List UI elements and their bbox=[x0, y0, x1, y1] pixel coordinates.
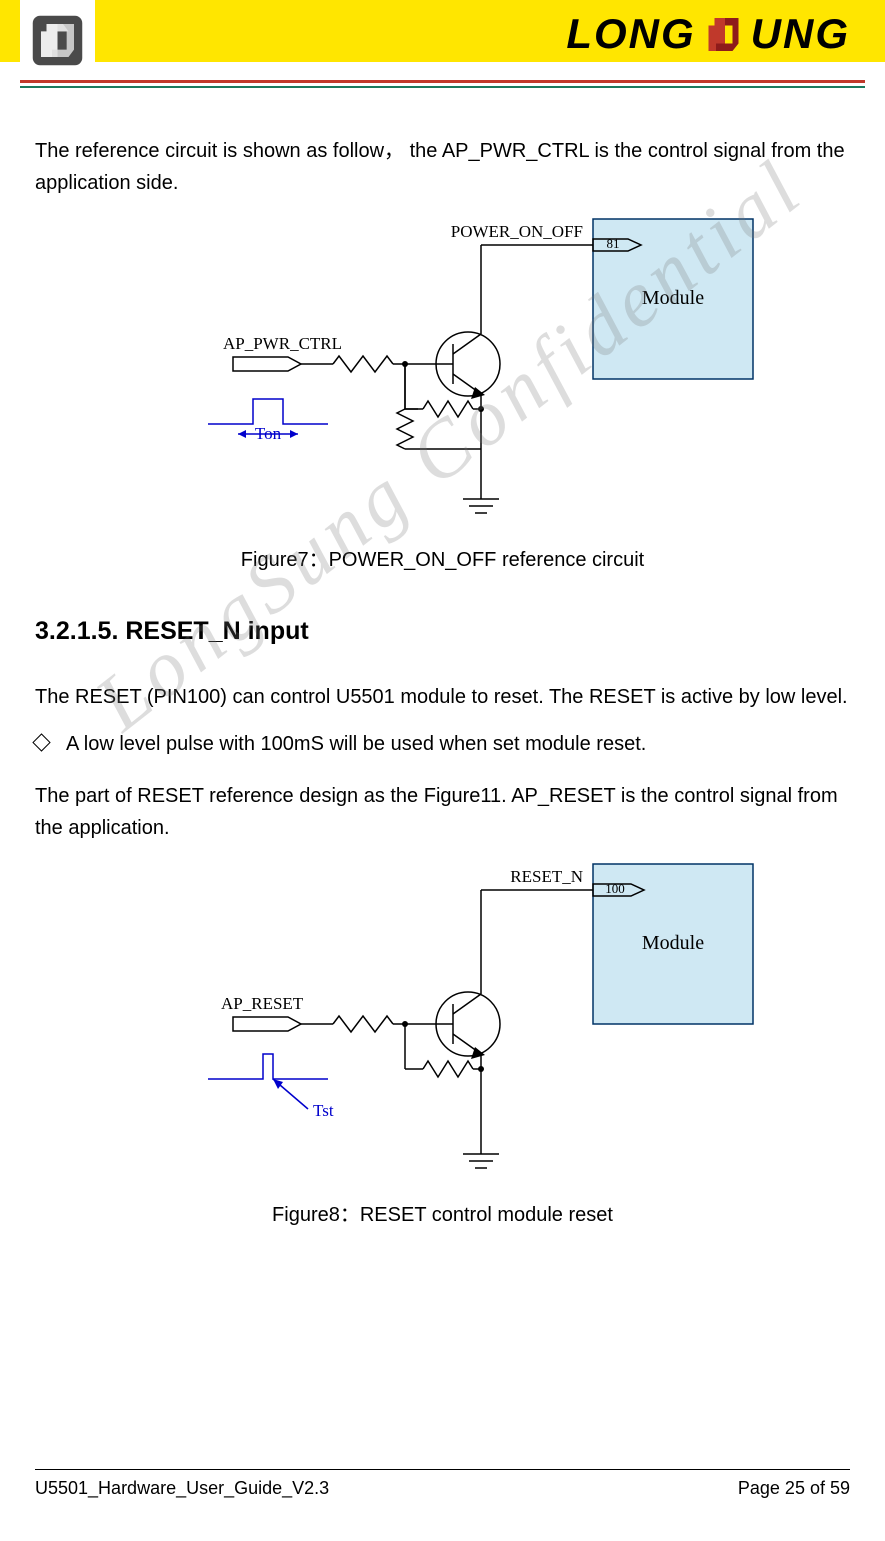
fig8-pin: 100 bbox=[605, 881, 625, 896]
figure8-caption: Figure8：RESET control module reset bbox=[35, 1199, 850, 1231]
figure8: Module 100 RESET_N bbox=[35, 854, 850, 1231]
fig8-timing: Tst bbox=[313, 1101, 334, 1120]
diamond-bullet-icon bbox=[32, 733, 50, 751]
brand-left: LONG bbox=[566, 10, 695, 58]
fig8-input: AP_RESET bbox=[221, 994, 304, 1013]
figure8-diagram: Module 100 RESET_N bbox=[123, 854, 763, 1184]
bullet-text: A low level pulse with 100mS will be use… bbox=[66, 733, 646, 755]
page-footer: U5501_Hardware_User_Guide_V2.3 Page 25 o… bbox=[35, 1469, 850, 1499]
footer-rule bbox=[35, 1469, 850, 1470]
brand-wordmark: LONG UNG bbox=[566, 10, 850, 58]
page-content: The reference circuit is shown as follow… bbox=[0, 100, 885, 1231]
intro-paragraph: The reference circuit is shown as follow… bbox=[35, 135, 850, 199]
bullet-item: A low level pulse with 100mS will be use… bbox=[35, 728, 850, 760]
reset-paragraph: The RESET (PIN100) can control U5501 mod… bbox=[35, 681, 850, 713]
page-header: LONG UNG bbox=[0, 0, 885, 100]
fig8-signal: RESET_N bbox=[510, 867, 583, 886]
fig7-signal: POWER_ON_OFF bbox=[450, 222, 582, 241]
footer-page-number: Page 25 of 59 bbox=[738, 1478, 850, 1499]
fig7-input: AP_PWR_CTRL bbox=[223, 334, 342, 353]
footer-doc-id: U5501_Hardware_User_Guide_V2.3 bbox=[35, 1478, 329, 1499]
fig8-module-label: Module bbox=[641, 932, 703, 954]
fig7-pin: 81 bbox=[606, 236, 619, 251]
fig8-intro-paragraph: The part of RESET reference design as th… bbox=[35, 780, 850, 844]
fig7-module-label: Module bbox=[641, 287, 703, 309]
figure7-diagram: Module 81 POWER_ON_OFF bbox=[123, 209, 763, 529]
fig7-timing: Ton bbox=[254, 424, 281, 443]
brand-logo-icon bbox=[701, 12, 746, 57]
figure7: Module 81 POWER_ON_OFF bbox=[35, 209, 850, 576]
figure7-caption: Figure7：POWER_ON_OFF reference circuit bbox=[35, 544, 850, 576]
header-rule bbox=[20, 80, 865, 88]
company-logo-icon bbox=[20, 0, 95, 80]
section-heading: 3.2.1.5. RESET_N input bbox=[35, 611, 850, 651]
brand-right: UNG bbox=[751, 10, 850, 58]
